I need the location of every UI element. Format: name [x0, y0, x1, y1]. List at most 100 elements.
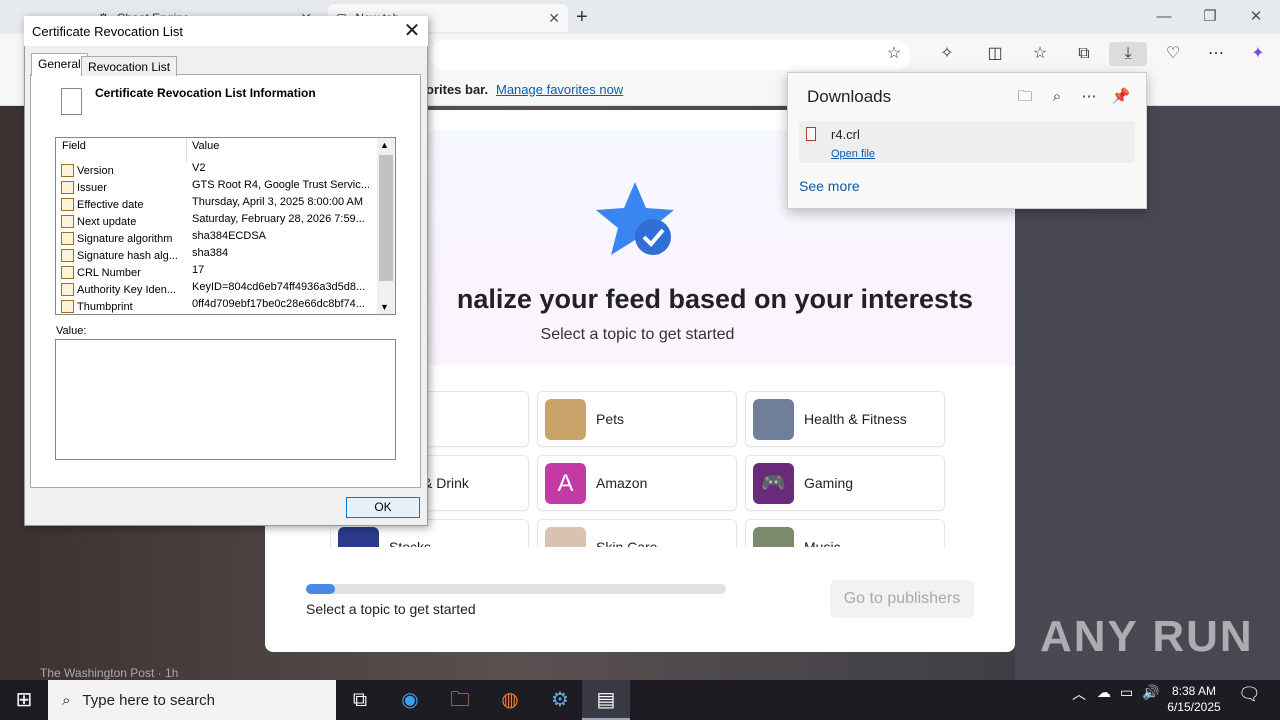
search-icon[interactable]: ⌕ — [1046, 86, 1068, 108]
windows-start-icon[interactable]: ⊞ — [0, 680, 48, 720]
onedrive-icon[interactable]: ☁ — [1097, 684, 1111, 701]
amazon-logo-icon: A — [545, 462, 586, 504]
field-icon — [61, 215, 74, 228]
field-cell: Authority Key Iden... — [61, 281, 186, 298]
clock[interactable]: 8:38 AM 6/15/2025 — [1166, 683, 1222, 715]
field-name: CRL Number — [77, 266, 141, 279]
field-value: V2 — [192, 162, 206, 174]
field-row[interactable]: Effective date Thursday, April 3, 2025 8:… — [61, 196, 375, 213]
field-icon — [61, 164, 74, 177]
minimize-button[interactable]: — — [1141, 6, 1187, 28]
file-explorer-icon[interactable]: 🗀 — [436, 680, 484, 720]
crl-viewer-taskbar-icon[interactable]: ▤ — [582, 680, 630, 720]
clock-date: 6/15/2025 — [1167, 700, 1221, 714]
ok-button[interactable]: OK — [346, 497, 420, 518]
gaming-controller-icon: 🎮 — [753, 462, 794, 504]
notifications-icon[interactable]: 🗨 — [1238, 684, 1261, 705]
field-name: Issuer — [77, 181, 107, 194]
field-cell: Signature hash alg... — [61, 247, 186, 264]
topic-card[interactable]: Music — [745, 519, 945, 547]
progress-fill — [306, 584, 336, 594]
topic-card[interactable]: Pets — [537, 391, 737, 447]
volume-icon[interactable]: 🔊 — [1142, 684, 1159, 701]
cheat-engine-icon[interactable]: ⚙ — [536, 680, 584, 720]
folder-icon[interactable]: 🗀 — [1014, 86, 1036, 108]
restore-button[interactable]: ❐ — [1187, 6, 1233, 28]
more-icon[interactable]: ⋯ — [1203, 42, 1229, 66]
column-separator — [186, 138, 187, 162]
field-icon — [61, 181, 74, 194]
downloads-icon[interactable]: ⤓ — [1109, 42, 1147, 66]
field-row[interactable]: Thumbprint 0ff4d709ebf17be0c28e66dc8bf74.… — [61, 298, 375, 315]
field-cell: Thumbprint — [61, 298, 186, 315]
favorites-icon[interactable]: ☆ — [1027, 42, 1053, 66]
topic-card[interactable]: 🎮 Gaming — [745, 455, 945, 511]
topic-label: Health & Fitness — [804, 411, 907, 427]
tab-general[interactable]: General — [31, 53, 88, 76]
network-icon[interactable]: ▭ — [1120, 684, 1133, 701]
copilot-icon[interactable]: ✦ — [1245, 42, 1271, 66]
address-input[interactable] — [430, 40, 910, 70]
column-header-value[interactable]: Value — [192, 140, 219, 152]
field-value: sha384ECDSA — [192, 230, 266, 242]
favorites-bar-text: orites bar. — [426, 82, 489, 97]
manage-favorites-link[interactable]: Manage favorites now — [496, 82, 623, 97]
crl-document-icon — [61, 88, 82, 115]
topic-label: Skin Care — [596, 539, 658, 547]
field-row[interactable]: CRL Number 17 — [61, 264, 375, 281]
field-value: sha384 — [192, 247, 229, 259]
new-tab-button[interactable]: + — [576, 6, 588, 29]
taskbar-search[interactable]: ⌕ Type here to search — [48, 680, 336, 720]
task-view-icon[interactable]: ⧉ — [336, 680, 384, 720]
show-hidden-icons-icon[interactable]: ︿ — [1072, 684, 1086, 704]
edge-icon[interactable]: ◉ — [386, 680, 434, 720]
value-textbox[interactable] — [55, 339, 396, 460]
field-row[interactable]: Next update Saturday, February 28, 2026 7… — [61, 213, 375, 230]
topic-card[interactable]: Skin Care — [537, 519, 737, 547]
field-cell: CRL Number — [61, 264, 186, 281]
extensions-icon[interactable]: ✧ — [934, 42, 960, 66]
open-file-link[interactable]: Open file — [831, 148, 875, 160]
search-placeholder: Type here to search — [82, 691, 215, 709]
star-check-icon — [596, 182, 674, 255]
topic-card[interactable]: Health & Fitness — [745, 391, 945, 447]
field-row[interactable]: Signature algorithm sha384ECDSA — [61, 230, 375, 247]
firefox-icon[interactable]: ◍ — [486, 680, 534, 720]
progress-label: Select a topic to get started — [306, 601, 476, 617]
see-more-link[interactable]: See more — [799, 178, 860, 194]
split-screen-icon[interactable]: ◫ — [982, 42, 1008, 66]
news-source[interactable]: The Washington Post · 1h — [40, 666, 178, 680]
field-name: Version — [77, 164, 114, 177]
downloads-title: Downloads — [807, 87, 892, 106]
field-icon — [61, 300, 74, 313]
favorite-star-icon[interactable]: ☆ — [881, 42, 907, 66]
tab-revocation-list[interactable]: Revocation List — [81, 56, 178, 76]
column-header-field[interactable]: Field — [62, 140, 86, 152]
more-icon[interactable]: ⋯ — [1078, 86, 1100, 108]
field-icon — [61, 198, 74, 211]
field-icon — [61, 249, 74, 262]
close-window-button[interactable]: ✕ — [1233, 6, 1279, 28]
field-row[interactable]: Signature hash alg... sha384 — [61, 247, 375, 264]
field-name: Thumbprint — [77, 300, 133, 313]
topic-label: Pets — [596, 411, 625, 427]
scroll-down-icon[interactable]: ▼ — [380, 302, 389, 312]
close-icon[interactable]: ✕ — [548, 10, 560, 27]
close-icon[interactable]: ✕ — [398, 18, 426, 44]
scroll-up-icon[interactable]: ▲ — [380, 140, 389, 150]
scrollbar-thumb[interactable] — [379, 155, 393, 281]
field-row[interactable]: Authority Key Iden... KeyID=804cd6eb74ff4… — [61, 281, 375, 298]
topic-card[interactable]: A Amazon — [537, 455, 737, 511]
field-row[interactable]: Version V2 — [61, 162, 375, 179]
anyrun-watermark: ANY RUN — [1040, 612, 1254, 661]
collections-icon[interactable]: ⧉ — [1071, 42, 1097, 66]
dialog-title: Certificate Revocation List — [32, 24, 184, 39]
performance-icon[interactable]: ♡ — [1160, 42, 1186, 66]
download-filename: r4.crl — [831, 127, 860, 142]
field-row[interactable]: Issuer GTS Root R4, Google Trust Servic..… — [61, 179, 375, 196]
go-to-publishers-button[interactable]: Go to publishers — [830, 580, 974, 618]
topic-thumbnail — [753, 526, 794, 547]
field-cell: Effective date — [61, 196, 186, 213]
pin-icon[interactable]: 📌 — [1110, 86, 1132, 108]
field-icon — [61, 283, 74, 296]
